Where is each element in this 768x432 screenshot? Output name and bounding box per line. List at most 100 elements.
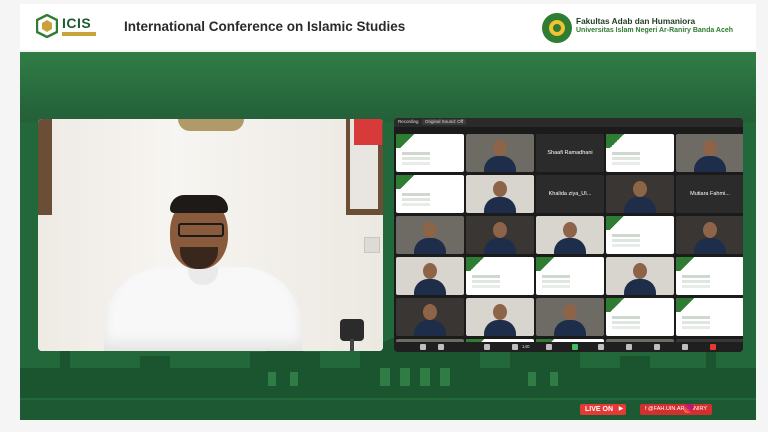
mute-icon[interactable] [420,344,426,350]
faculty-block: Fakultas Adab dan Humaniora Universitas … [576,16,733,36]
participant-tile[interactable] [466,134,534,172]
participant-tile[interactable] [676,134,743,172]
reactions-icon[interactable] [626,344,632,350]
participant-face [493,304,507,320]
participant-shoulders [624,279,656,295]
participant-shoulders [414,238,446,254]
speaker-hair [170,195,228,213]
participant-face [633,263,647,279]
instagram-icon [684,404,693,413]
leave-icon[interactable] [710,344,716,350]
participant-tile[interactable] [466,298,534,336]
social-handle: f @FAH.UIN.AR-RANIRY [640,404,713,415]
uin-logo-dot [553,24,561,32]
participant-tile[interactable] [536,216,604,254]
participant-face [703,140,717,156]
participant-face [633,181,647,197]
participant-name: Mutiara Fahmi... [690,191,730,197]
participant-shoulders [554,320,586,336]
microphone-stem [350,339,354,351]
participant-grid: Shaafi Ramadhani Khalida ziya_UI... Mutiar… [396,134,743,352]
participant-tile[interactable] [606,134,674,172]
participant-face [423,222,437,238]
zoom-toolbar: 140 [394,342,743,352]
picture-frame-left [38,119,52,215]
participant-tile[interactable]: Khalida ziya_UI... [536,175,604,213]
participant-tile[interactable] [466,175,534,213]
record-icon[interactable] [598,344,604,350]
faculty-name: Fakultas Adab dan Humaniora [576,16,696,26]
participant-shoulders [484,197,516,213]
apps-icon[interactable] [654,344,660,350]
participant-tile[interactable] [676,257,743,295]
participant-face [703,222,717,238]
broadcast-stage: Recording Original Sound: Off Shaafi Ram… [20,52,756,420]
participant-tile[interactable] [606,216,674,254]
participant-shoulders [484,156,516,172]
university-name: Universitas Islam Negeri Ar-Raniry Banda… [576,27,734,34]
footer-bar: LIVE ON ▶ f @FAH.UIN.AR-RANIRY [20,400,756,420]
participant-shoulders [694,156,726,172]
share-screen-icon[interactable] [572,344,578,350]
live-badge: LIVE ON [580,404,619,415]
zoom-topbar: Recording Original Sound: Off [394,118,743,127]
participant-tile[interactable] [536,298,604,336]
participant-tile[interactable] [606,298,674,336]
participant-face [423,263,437,279]
participant-face [493,222,507,238]
participant-face [563,222,577,238]
participant-shoulders [414,320,446,336]
participant-tile[interactable]: Mutiara Fahmi... [676,175,743,213]
original-sound-toggle[interactable]: Original Sound: Off [422,119,467,125]
wall-switch [364,237,380,253]
participant-tile[interactable] [606,175,674,213]
participant-tile[interactable] [676,216,743,254]
participant-shoulders [624,197,656,213]
uin-logo-icon [542,13,572,43]
participant-tile[interactable] [396,257,464,295]
chat-icon[interactable] [546,344,552,350]
speaker-glasses [178,223,224,237]
participant-tile[interactable] [466,216,534,254]
icis-logo: ICIS [36,12,96,42]
participant-tile[interactable] [676,298,743,336]
header-bar: ICIS International Conference on Islamic… [20,4,756,50]
participant-tile[interactable] [396,134,464,172]
participant-tile[interactable] [396,298,464,336]
speaker-person [104,195,302,351]
participant-tile[interactable]: Shaafi Ramadhani [536,134,604,172]
participants-icon[interactable] [512,344,518,350]
participant-shoulders [694,238,726,254]
participant-shoulders [414,279,446,295]
participant-shoulders [554,238,586,254]
participant-tile[interactable] [466,257,534,295]
participant-name: Shaafi Ramadhani [547,150,593,156]
video-icon[interactable] [438,344,444,350]
stream-frame: ICIS International Conference on Islamic… [0,0,768,432]
logo-text: ICIS [62,15,92,31]
page-title: International Conference on Islamic Stud… [124,19,406,34]
participant-tile[interactable] [606,257,674,295]
participants-count: 140 [522,344,530,349]
speaker-video [38,119,383,351]
participant-shoulders [484,320,516,336]
participant-face [563,304,577,320]
more-icon[interactable] [682,344,688,350]
microphone-head [340,319,364,341]
participant-face [493,181,507,197]
participant-tile[interactable] [536,257,604,295]
recording-label: Recording [398,119,419,124]
logo-underline [62,32,96,36]
microphone-icon [340,319,364,351]
participant-shoulders [484,238,516,254]
zoom-gallery-view: Recording Original Sound: Off Shaafi Ram… [394,118,743,352]
participant-face [423,304,437,320]
participant-face [493,140,507,156]
participant-tile[interactable] [396,175,464,213]
participant-tile[interactable] [396,216,464,254]
emblem [178,119,244,131]
security-icon[interactable] [484,344,490,350]
stage-band [20,52,756,122]
flag [354,119,382,145]
icis-logo-icon [36,14,58,38]
